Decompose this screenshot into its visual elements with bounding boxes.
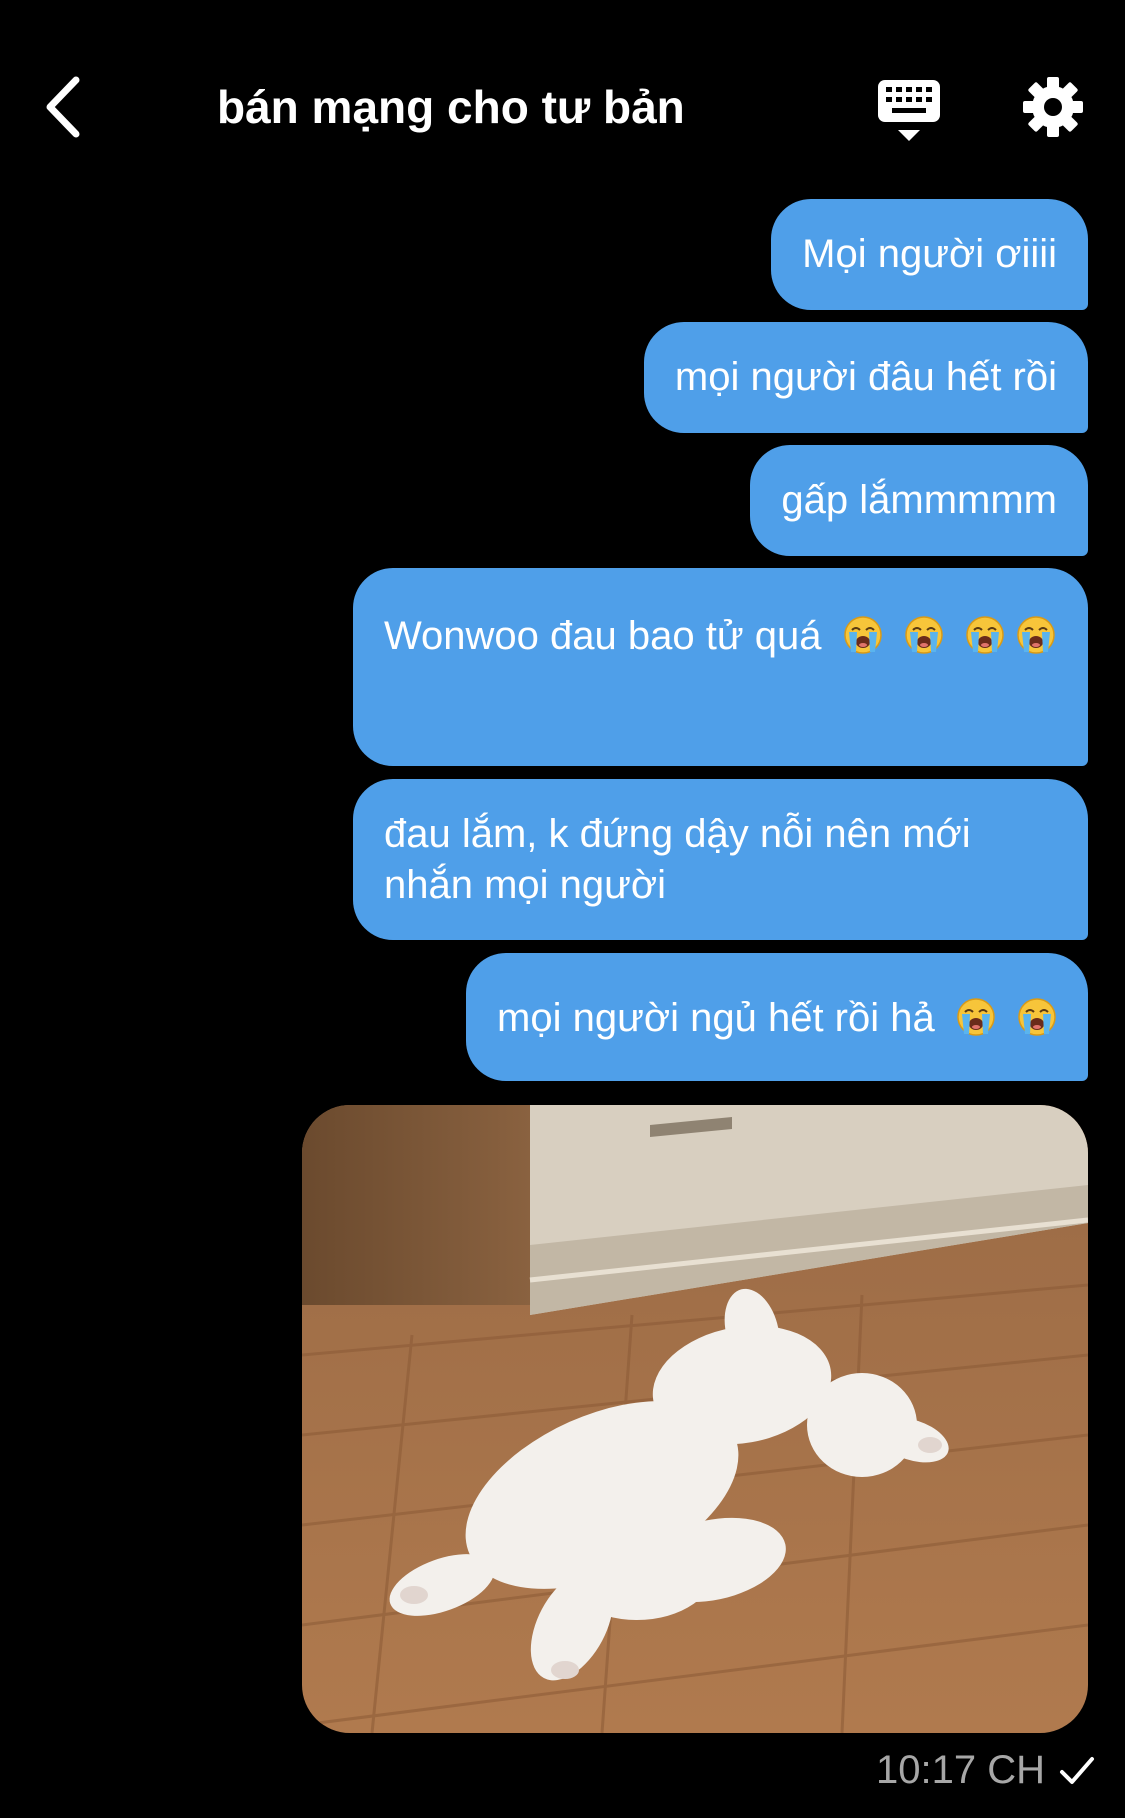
loudly-crying-face-icon [956,997,996,1037]
message-bubble[interactable]: Mọi người ơiiii [771,199,1088,310]
chat-header: bán mạng cho tư bản [0,0,1125,190]
message-text: Mọi người ơiiii [802,232,1057,276]
message-text: Wonwoo đau bao tử quá [384,614,822,658]
checkmark-icon [1060,1756,1094,1784]
back-button[interactable] [38,72,98,142]
message-text: mọi người đâu hết rồi [674,355,1057,399]
gear-icon [1023,77,1083,137]
message-timestamp: 10:17 CH [876,1748,1095,1793]
chat-title: bán mạng cho tư bản [217,81,685,133]
message-bubble[interactable]: mọi người đâu hết rồi [643,322,1088,433]
white-cat-lying-on-floor-photo [302,1105,1088,1733]
message-bubble[interactable]: đau lắm, k đứng dậy nỗi nên mới nhắn mọi… [353,779,1088,940]
message-text: mọi người ngủ hết rồi hả [497,996,935,1040]
loudly-crying-face-icon [965,615,1005,655]
loudly-crying-face-icon [904,615,944,655]
message-bubble[interactable]: mọi người ngủ hết rồi hả [466,953,1088,1081]
message-bubble[interactable]: gấp lắmmmmm [750,445,1088,556]
message-bubble[interactable]: Wonwoo đau bao tử quá [353,568,1088,766]
message-text: đau lắm, k đứng dậy nỗi nên mới nhắn mọi… [384,812,971,907]
message-text: gấp lắmmmmm [781,478,1057,522]
loudly-crying-face-icon [1016,615,1056,655]
keyboard-icon [878,80,940,141]
timestamp-text: 10:17 CH [876,1748,1045,1792]
keyboard-button[interactable] [876,78,942,146]
chevron-left-icon [46,76,80,138]
loudly-crying-face-icon [1017,997,1057,1037]
settings-button[interactable] [1022,76,1084,138]
loudly-crying-face-icon [843,615,883,655]
photo-message[interactable] [302,1105,1088,1733]
